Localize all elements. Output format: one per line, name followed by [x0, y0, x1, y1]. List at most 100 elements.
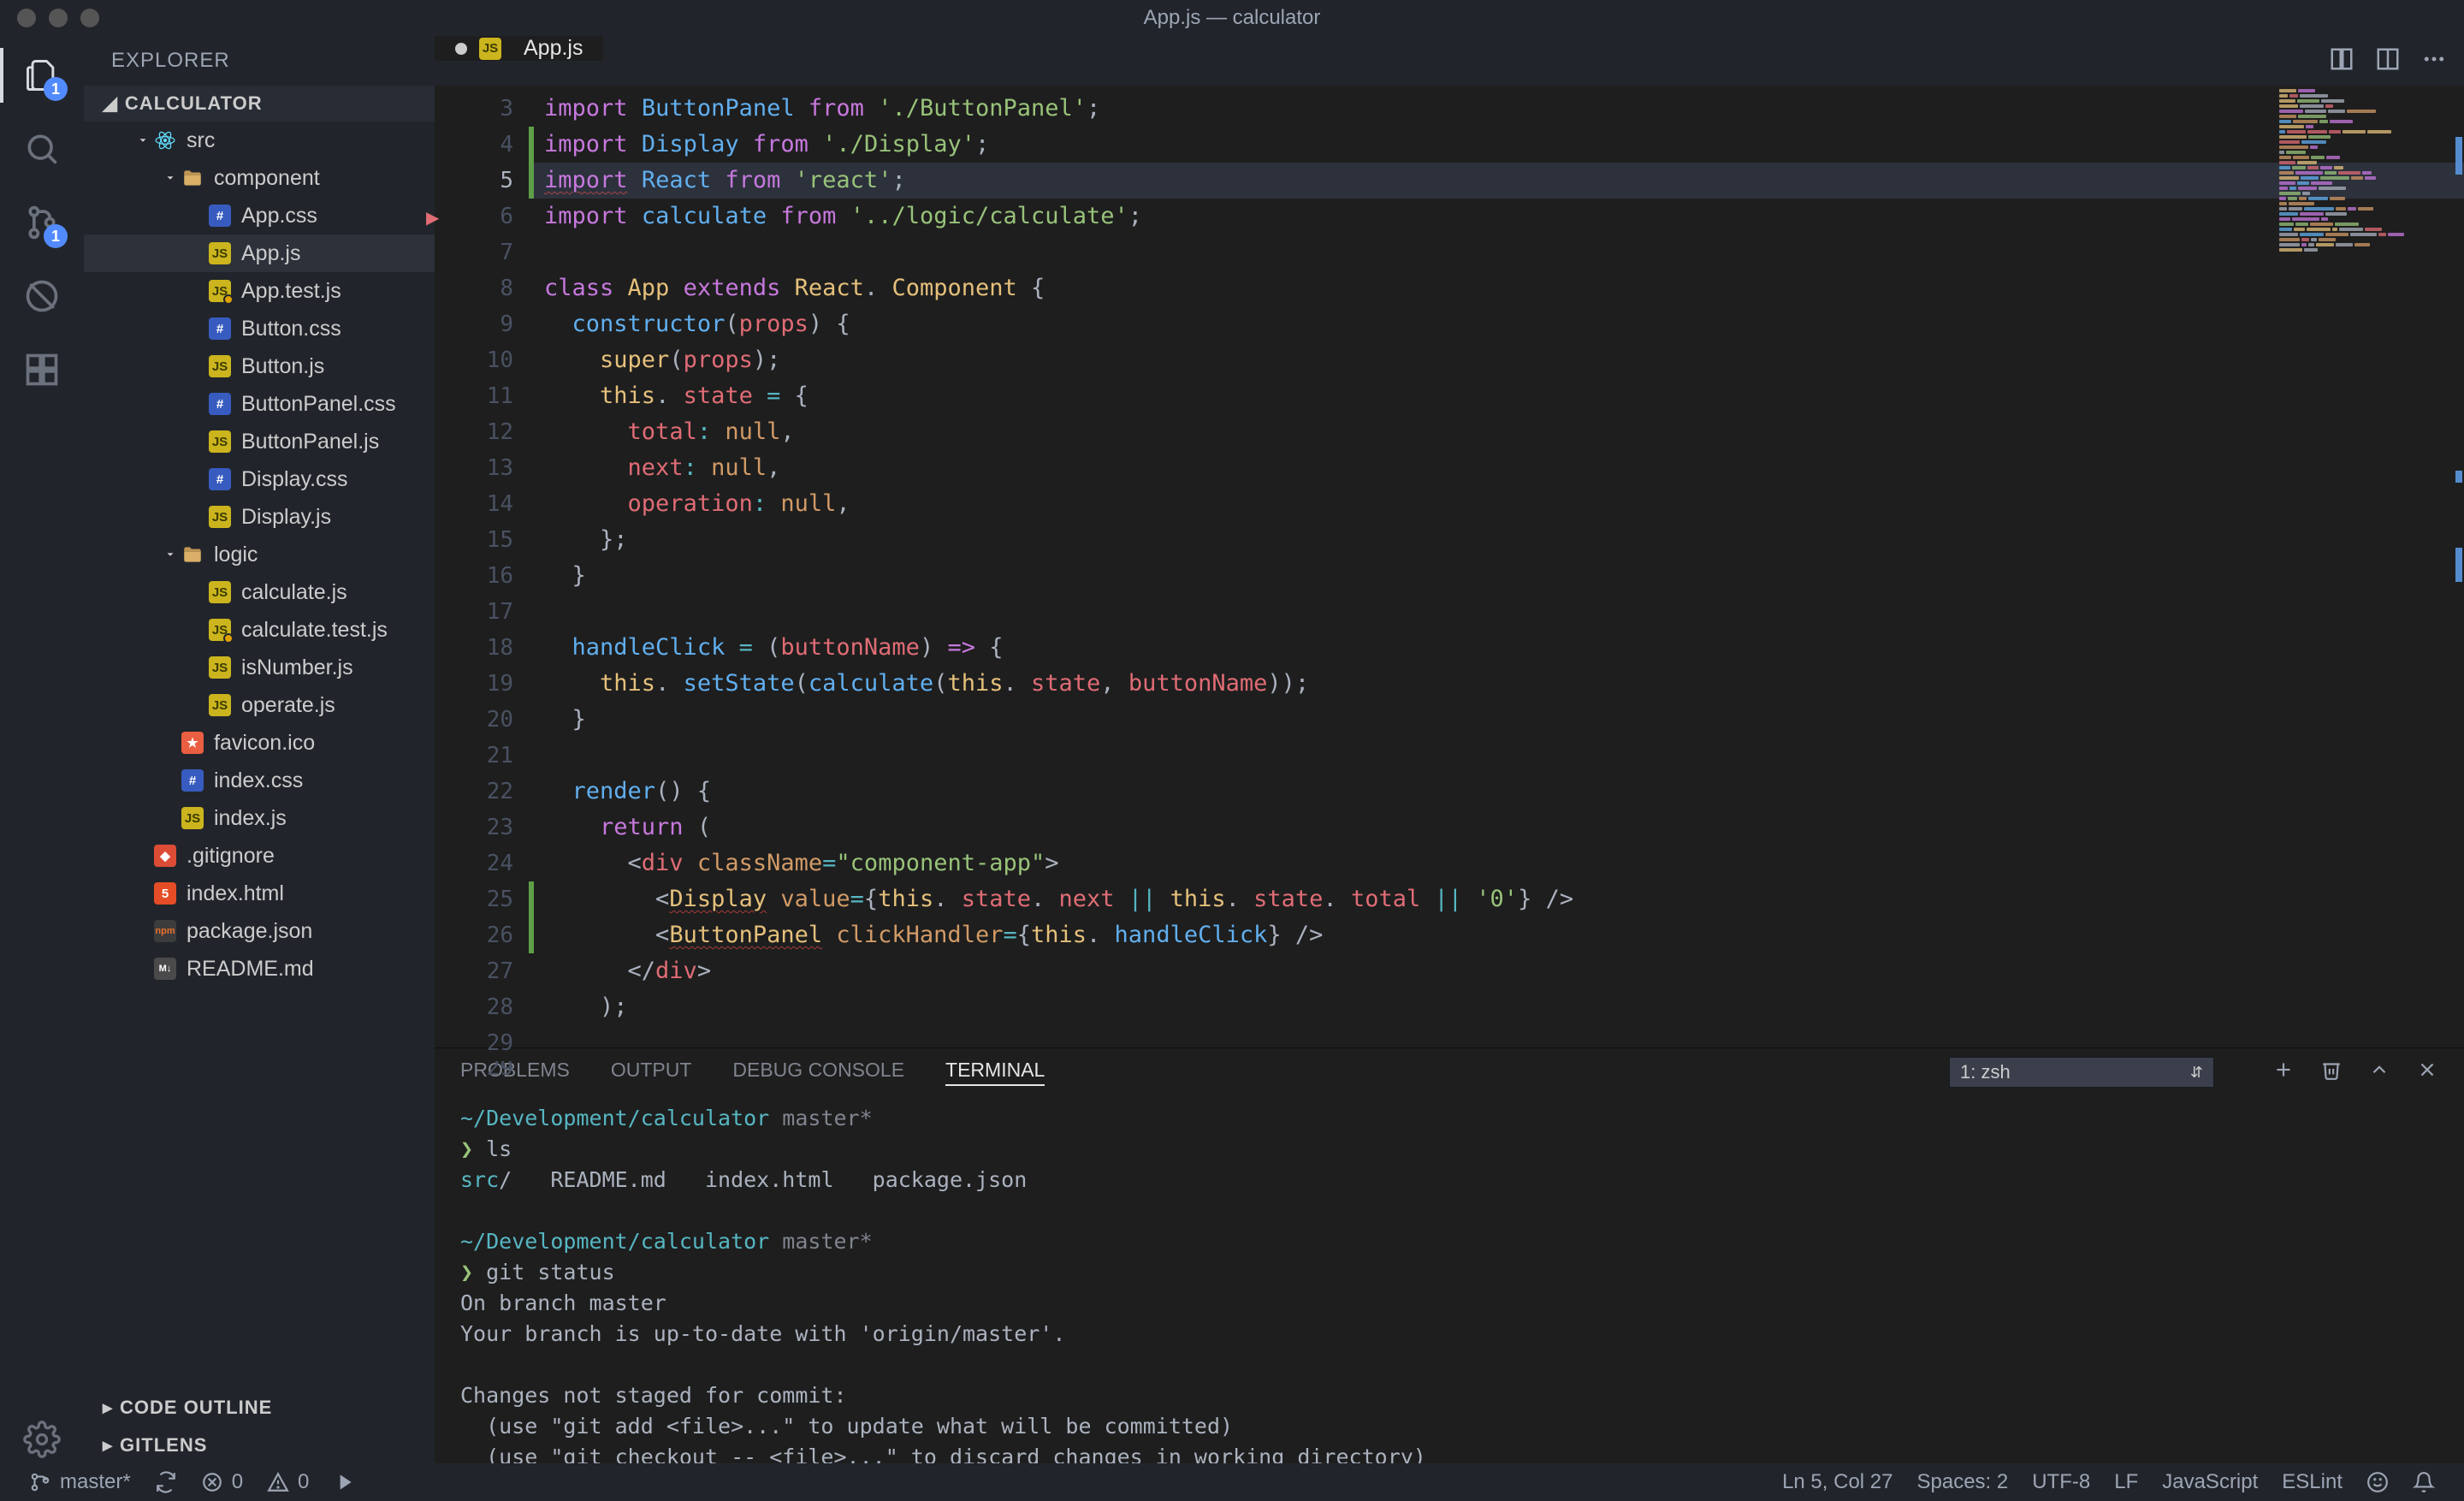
new-terminal-icon[interactable]: [2272, 1059, 2295, 1086]
status-branch[interactable]: master*: [17, 1470, 143, 1494]
line-number[interactable]: 9: [435, 306, 513, 342]
line-number[interactable]: 17: [435, 594, 513, 630]
section-header-project[interactable]: ◢CALCULATOR: [84, 86, 435, 122]
tree-item-index-js[interactable]: JSindex.js: [84, 799, 435, 837]
tree-item-src[interactable]: src: [84, 122, 435, 159]
panel-tab-terminal[interactable]: TERMINAL: [945, 1059, 1045, 1086]
more-actions-icon[interactable]: [2421, 46, 2447, 76]
line-number[interactable]: 18: [435, 630, 513, 666]
line-number[interactable]: 10: [435, 342, 513, 378]
section-header-gitlens[interactable]: ▸GITLENS: [84, 1427, 435, 1463]
minimap[interactable]: [2279, 89, 2459, 243]
tree-item-readme-md[interactable]: M↓README.md: [84, 950, 435, 988]
panel-tab-debug-console[interactable]: DEBUG CONSOLE: [732, 1059, 904, 1086]
status-spaces[interactable]: Spaces: 2: [1904, 1470, 2020, 1494]
line-number[interactable]: 7: [435, 234, 513, 270]
status-errors[interactable]: 0: [189, 1470, 255, 1494]
line-number[interactable]: 14: [435, 486, 513, 522]
line-number[interactable]: 6: [435, 199, 513, 234]
minimize-window[interactable]: [49, 9, 68, 27]
status-language[interactable]: JavaScript: [2150, 1470, 2270, 1494]
close-panel-icon[interactable]: [2416, 1059, 2438, 1086]
maximize-panel-icon[interactable]: [2368, 1059, 2390, 1086]
overview-mark[interactable]: [2455, 163, 2462, 175]
tree-item-buttonpanel-js[interactable]: JSButtonPanel.js: [84, 423, 435, 460]
tree-item-index-css[interactable]: #index.css: [84, 762, 435, 799]
status-feedback-icon[interactable]: [2354, 1471, 2401, 1493]
tree-item-label: index.css: [214, 768, 303, 793]
tree-item-operate-js[interactable]: JSoperate.js: [84, 686, 435, 724]
line-number[interactable]: 27: [435, 953, 513, 989]
line-number[interactable]: 15: [435, 522, 513, 558]
status-cursor[interactable]: Ln 5, Col 27: [1770, 1470, 1904, 1494]
line-number[interactable]: 22: [435, 774, 513, 810]
gear-icon[interactable]: [18, 1415, 66, 1463]
section-header-outline[interactable]: ▸CODE OUTLINE: [84, 1390, 435, 1426]
extensions-icon[interactable]: [18, 346, 66, 394]
diff-added-marker: [529, 127, 534, 163]
close-window[interactable]: [17, 9, 36, 27]
status-eslint[interactable]: ESLint: [2270, 1470, 2354, 1494]
folder-icon: [181, 543, 204, 566]
line-number[interactable]: 20: [435, 702, 513, 738]
tree-item-index-html[interactable]: 5index.html: [84, 875, 435, 912]
search-icon[interactable]: [18, 125, 66, 173]
line-number[interactable]: 23: [435, 810, 513, 845]
line-number[interactable]: 4: [435, 127, 513, 163]
status-eol[interactable]: LF: [2102, 1470, 2150, 1494]
kill-terminal-icon[interactable]: [2320, 1059, 2343, 1086]
line-number[interactable]: 26: [435, 917, 513, 953]
tree-item-package-json[interactable]: npmpackage.json: [84, 912, 435, 950]
editor-tab-app-js[interactable]: JSApp.js: [435, 36, 603, 61]
overview-mark[interactable]: [2455, 548, 2462, 582]
line-number[interactable]: 28: [435, 989, 513, 1025]
line-number[interactable]: 3: [435, 91, 513, 127]
tree-item-app-css[interactable]: #App.css: [84, 197, 435, 234]
status-live[interactable]: [321, 1471, 367, 1493]
line-number[interactable]: 25: [435, 881, 513, 917]
tree-item-buttonpanel-css[interactable]: #ButtonPanel.css: [84, 385, 435, 423]
line-number[interactable]: 16: [435, 558, 513, 594]
line-number[interactable]: 19: [435, 666, 513, 702]
line-number[interactable]: 21: [435, 738, 513, 774]
line-number[interactable]: 5: [435, 163, 513, 199]
terminal-output[interactable]: ~/Development/calculator master*❯ lssrc/…: [435, 1096, 2464, 1463]
status-notifications-icon[interactable]: [2401, 1471, 2447, 1493]
tree-item-calculate-test-js[interactable]: JScalculate.test.js: [84, 611, 435, 649]
tree-item-app-js[interactable]: JSApp.js: [84, 234, 435, 272]
line-number[interactable]: 29: [435, 1025, 513, 1061]
tree-item-isnumber-js[interactable]: JSisNumber.js: [84, 649, 435, 686]
line-number[interactable]: 11: [435, 378, 513, 414]
compare-changes-icon[interactable]: [2329, 46, 2354, 76]
tree-item-button-js[interactable]: JSButton.js: [84, 347, 435, 385]
maximize-window[interactable]: [80, 9, 99, 27]
overview-mark[interactable]: [2455, 471, 2462, 483]
line-number[interactable]: 12: [435, 414, 513, 450]
status-sync[interactable]: [143, 1471, 189, 1493]
css-icon: #: [209, 468, 231, 490]
tree-item-button-css[interactable]: #Button.css: [84, 310, 435, 347]
files-icon[interactable]: 1: [18, 51, 66, 99]
code-area[interactable]: import ButtonPanel from './ButtonPanel';…: [534, 86, 2464, 1047]
tree-item--gitignore[interactable]: ◆.gitignore: [84, 837, 435, 875]
tree-item-logic[interactable]: logic: [84, 536, 435, 573]
editor[interactable]: 3456789101112131415161718192021222324252…: [435, 86, 2464, 1047]
panel-tab-output[interactable]: OUTPUT: [611, 1059, 692, 1086]
tree-item-display-js[interactable]: JSDisplay.js: [84, 498, 435, 536]
line-number[interactable]: 24: [435, 845, 513, 881]
debug-icon[interactable]: [18, 272, 66, 320]
overview-ruler[interactable]: [2454, 86, 2464, 1047]
terminal-selector[interactable]: 1: zsh ⇵: [1949, 1057, 2214, 1088]
status-encoding[interactable]: UTF-8: [2020, 1470, 2102, 1494]
status-warnings[interactable]: 0: [255, 1470, 321, 1494]
tree-item-favicon-ico[interactable]: ★favicon.ico: [84, 724, 435, 762]
tree-item-calculate-js[interactable]: JScalculate.js: [84, 573, 435, 611]
tree-item-display-css[interactable]: #Display.css: [84, 460, 435, 498]
split-editor-icon[interactable]: [2375, 46, 2401, 76]
diff-added-marker: [529, 917, 534, 953]
line-number[interactable]: 8: [435, 270, 513, 306]
tree-item-app-test-js[interactable]: JSApp.test.js: [84, 272, 435, 310]
git-icon[interactable]: 1: [18, 199, 66, 246]
tree-item-component[interactable]: component: [84, 159, 435, 197]
line-number[interactable]: 13: [435, 450, 513, 486]
